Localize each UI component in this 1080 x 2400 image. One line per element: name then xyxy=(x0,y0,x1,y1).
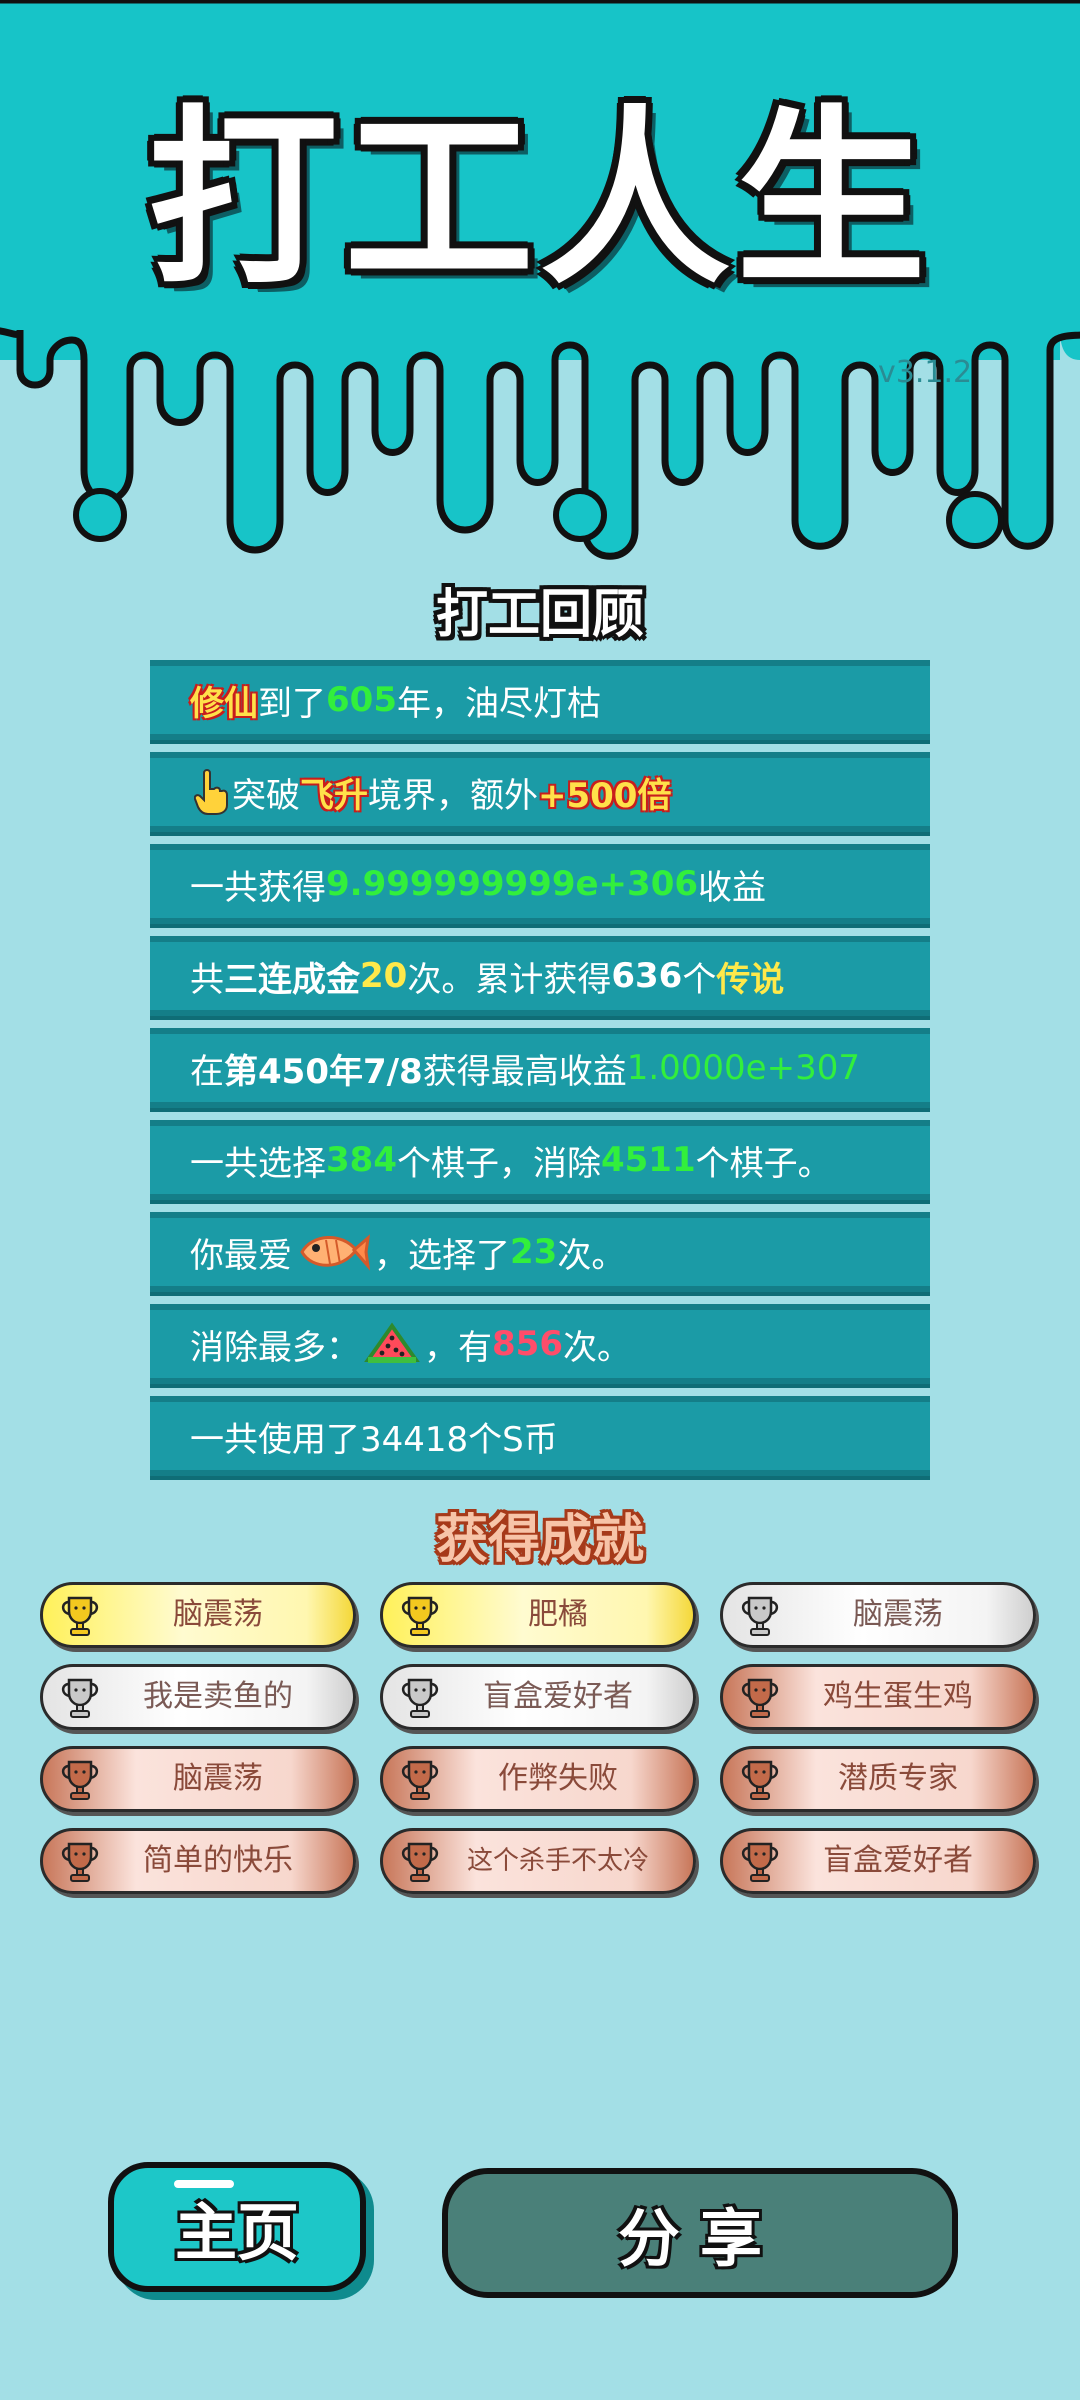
achievement-badge[interactable]: 脑震荡 xyxy=(40,1746,356,1812)
row-text: 个棋子。 xyxy=(695,1143,832,1184)
achievement-label: 盲盒爱好者 xyxy=(823,1843,973,1878)
trophy-icon xyxy=(401,1596,439,1636)
row-text: 次。累计获得 xyxy=(407,959,612,1000)
trophy-icon xyxy=(741,1760,779,1800)
achievement-badge[interactable]: 我是卖鱼的 xyxy=(40,1664,356,1730)
review-row-triple-gold: 共 三连成金 20 次。累计获得 636 个 传说 xyxy=(150,936,930,1016)
achievement-badge[interactable]: 鸡生蛋生鸡 xyxy=(720,1664,1036,1730)
row-text: 年，油尽灯枯 xyxy=(396,683,601,724)
review-row-most-cleared: 消除最多： ，有 856 次。 xyxy=(150,1304,930,1384)
row-text-bold: 636 xyxy=(611,956,683,996)
row-text: 个棋子，消除 xyxy=(396,1143,601,1184)
review-row-coins: 一共使用了34418个S币 xyxy=(150,1396,930,1476)
achievement-label: 脑震荡 xyxy=(853,1597,943,1632)
achievement-badge[interactable]: 肥橘 xyxy=(380,1582,696,1648)
row-text: 共 xyxy=(190,959,224,1000)
trophy-icon xyxy=(401,1678,439,1718)
highlight-text: 修仙 xyxy=(190,683,258,724)
row-text: 消除最多： xyxy=(190,1327,360,1368)
review-heading: 打工回顾 xyxy=(435,585,644,645)
row-text: ，有 xyxy=(424,1327,492,1368)
row-text: 一共选择 xyxy=(190,1143,326,1184)
highlight-number: 23 xyxy=(510,1232,558,1272)
highlight-number: 9.999999999e+306 xyxy=(326,864,699,904)
review-row-total-income: 一共获得 9.999999999e+306 收益 xyxy=(150,844,930,924)
share-button-label: 分享 xyxy=(617,2202,782,2275)
review-list: 修仙 到了 605 年，油尽灯枯 突破 飞升 境界，额外 +500倍 一共获得 … xyxy=(150,660,930,1488)
fish-icon xyxy=(300,1234,370,1271)
achievement-label: 肥橘 xyxy=(528,1597,588,1632)
trophy-icon xyxy=(61,1596,99,1636)
row-text: 次。 xyxy=(557,1235,626,1276)
row-text: 个 xyxy=(682,959,717,1000)
share-button[interactable]: 分享 xyxy=(442,2168,958,2298)
row-text: 突破 xyxy=(232,775,300,816)
achievement-badge[interactable]: 盲盒爱好者 xyxy=(380,1664,696,1730)
row-text-bold: 第450年7/8 xyxy=(224,1051,423,1092)
achievements-heading: 获得成就 xyxy=(435,1510,644,1570)
review-row-cultivation: 修仙 到了 605 年，油尽灯枯 xyxy=(150,660,930,740)
review-row-pieces: 一共选择 384 个棋子，消除 4511 个棋子。 xyxy=(150,1120,930,1200)
trophy-icon xyxy=(741,1596,779,1636)
trophy-icon xyxy=(61,1842,99,1882)
achievement-badge[interactable]: 作弊失败 xyxy=(380,1746,696,1812)
highlight-text: +500倍 xyxy=(538,775,672,816)
achievement-label: 鸡生蛋生鸡 xyxy=(823,1679,973,1714)
row-text: 一共使用了34418个S币 xyxy=(190,1419,558,1460)
achievement-label: 我是卖鱼的 xyxy=(143,1679,293,1714)
row-text: 在 xyxy=(190,1051,224,1092)
trophy-icon xyxy=(401,1842,439,1882)
achievement-badge[interactable]: 脑震荡 xyxy=(720,1582,1036,1648)
app-title: 打工人生 xyxy=(147,89,932,310)
home-button[interactable]: 主页 xyxy=(108,2162,366,2292)
achievement-label: 潜质专家 xyxy=(838,1761,958,1796)
row-text: 收益 xyxy=(698,867,767,908)
highlight-number: 20 xyxy=(360,956,408,996)
achievement-label: 作弊失败 xyxy=(498,1761,618,1796)
trophy-icon xyxy=(401,1760,439,1800)
home-button-label: 主页 xyxy=(174,2196,299,2269)
achievement-badge[interactable]: 简单的快乐 xyxy=(40,1828,356,1894)
achievement-label: 简单的快乐 xyxy=(143,1843,293,1878)
achievement-label: 脑震荡 xyxy=(173,1597,263,1632)
achievement-badge[interactable]: 脑震荡 xyxy=(40,1582,356,1648)
highlight-number: 4511 xyxy=(600,1140,696,1180)
row-text: 获得最高收益 xyxy=(422,1051,627,1092)
review-row-max-income: 在 第450年7/8 获得最高收益 1.0000e+307 xyxy=(150,1028,930,1108)
row-text: 次。 xyxy=(562,1327,631,1368)
highlight-text: 飞升 xyxy=(300,775,368,816)
row-text: 到了 xyxy=(258,683,326,724)
row-text: ，选择了 xyxy=(374,1235,510,1276)
button-gloss xyxy=(174,2180,234,2188)
highlight-number: 1.0000e+307 xyxy=(626,1048,860,1088)
highlight-number: 605 xyxy=(326,680,397,720)
trophy-icon xyxy=(61,1760,99,1800)
highlight-number: 384 xyxy=(326,1140,397,1180)
hand-pointer-icon xyxy=(194,769,228,815)
row-text: 你最爱 xyxy=(190,1235,292,1276)
row-text: 一共获得 xyxy=(190,867,326,908)
achievement-badge[interactable]: 盲盒爱好者 xyxy=(720,1828,1036,1894)
achievement-badge[interactable]: 这个杀手不太冷 xyxy=(380,1828,696,1894)
row-text: 境界，额外 xyxy=(368,775,538,816)
trophy-icon xyxy=(741,1678,779,1718)
version-label: v3.1.2 xyxy=(878,355,973,390)
achievement-label: 这个杀手不太冷 xyxy=(466,1846,649,1876)
achievement-badge[interactable]: 潜质专家 xyxy=(720,1746,1036,1812)
review-row-breakthrough: 突破 飞升 境界，额外 +500倍 xyxy=(150,752,930,832)
highlight-number: 856 xyxy=(492,1324,563,1364)
trophy-icon xyxy=(61,1678,99,1718)
trophy-icon xyxy=(741,1842,779,1882)
review-row-favorite: 你最爱 ，选择了 23 次。 xyxy=(150,1212,930,1292)
highlight-text: 传说 xyxy=(716,959,785,1000)
achievement-label: 脑震荡 xyxy=(173,1761,263,1796)
row-text-bold: 三连成金 xyxy=(224,959,360,1000)
watermelon-icon xyxy=(364,1322,420,1363)
achievement-label: 盲盒爱好者 xyxy=(483,1679,633,1714)
